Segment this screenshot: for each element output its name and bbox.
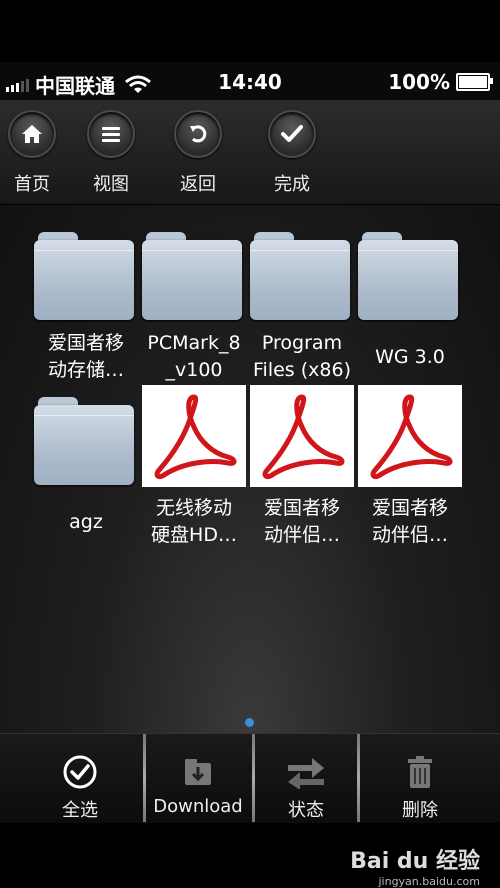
file-name: agz <box>69 511 103 533</box>
folder-icon <box>34 385 138 485</box>
battery-percent: 100% <box>388 70 450 94</box>
pdf-icon <box>250 385 354 487</box>
file-grid: 爱国者移 动存储… PCMark_8 _v100 Program Files (… <box>0 205 500 733</box>
file-name: 爱国者移 动伴侣… <box>371 497 448 546</box>
watermark-brand: Bai du 经验 <box>350 849 480 874</box>
download-label: Download <box>153 796 243 817</box>
back-button[interactable]: 返回 <box>163 110 233 196</box>
home-icon <box>8 110 56 158</box>
file-name: 无线移动 硬盘HD… <box>151 497 237 546</box>
file-name: WG 3.0 <box>375 346 445 368</box>
folder-icon <box>142 220 246 320</box>
folder-icon <box>358 220 462 320</box>
status-bar: 中国联通 14:40 100% <box>0 62 500 100</box>
back-label: 返回 <box>180 174 216 195</box>
page-indicator[interactable] <box>245 718 254 727</box>
pdf-item[interactable]: 爱国者移 动伴侣… <box>356 385 464 549</box>
folder-item[interactable]: PCMark_8 _v100 <box>140 220 248 384</box>
done-label: 完成 <box>274 174 310 195</box>
folder-icon <box>250 220 354 320</box>
transfer-arrows-icon <box>255 752 357 792</box>
delete-label: 删除 <box>402 800 438 821</box>
folder-item[interactable]: agz <box>32 385 140 549</box>
select-all-button[interactable]: 全选 <box>20 734 140 824</box>
file-name: PCMark_8 _v100 <box>147 332 241 381</box>
check-circle-icon <box>20 752 140 792</box>
battery-icon <box>456 73 493 91</box>
download-icon <box>146 752 250 792</box>
file-name: 爱国者移 动存储… <box>47 332 124 381</box>
view-label: 视图 <box>93 174 129 195</box>
baidu-watermark: Bai du 经验 jingyan.baidu.com <box>350 843 480 888</box>
status-label: 状态 <box>288 800 324 821</box>
pdf-icon <box>358 385 462 487</box>
pdf-item[interactable]: 无线移动 硬盘HD… <box>140 385 248 549</box>
checkmark-icon <box>268 110 316 158</box>
file-name: 爱国者移 动伴侣… <box>263 497 340 546</box>
watermark-url: jingyan.baidu.com <box>378 875 480 888</box>
select-all-label: 全选 <box>62 800 98 821</box>
footer: Bai du 经验 jingyan.baidu.com <box>0 823 500 888</box>
pdf-icon <box>142 385 246 487</box>
status-right: 100% <box>388 70 493 94</box>
done-button[interactable]: 完成 <box>257 110 327 196</box>
undo-icon <box>174 110 222 158</box>
top-toolbar: 首页 视图 返回 完成 <box>0 100 500 205</box>
folder-item[interactable]: WG 3.0 <box>356 220 464 384</box>
delete-button[interactable]: 删除 <box>360 734 480 824</box>
folder-item[interactable]: Program Files (x86) <box>248 220 356 384</box>
folder-item[interactable]: 爱国者移 动存储… <box>32 220 140 384</box>
trash-icon <box>360 752 480 792</box>
home-button[interactable]: 首页 <box>0 110 67 196</box>
file-name: Program Files (x86) <box>253 332 351 381</box>
download-button[interactable]: Download <box>146 734 250 824</box>
pdf-item[interactable]: 爱国者移 动伴侣… <box>248 385 356 549</box>
folder-icon <box>34 220 138 320</box>
status-button[interactable]: 状态 <box>255 734 357 824</box>
bottom-toolbar: 全选 Download 状态 删除 <box>0 733 500 824</box>
list-icon <box>87 110 135 158</box>
home-label: 首页 <box>14 174 50 195</box>
view-button[interactable]: 视图 <box>76 110 146 196</box>
